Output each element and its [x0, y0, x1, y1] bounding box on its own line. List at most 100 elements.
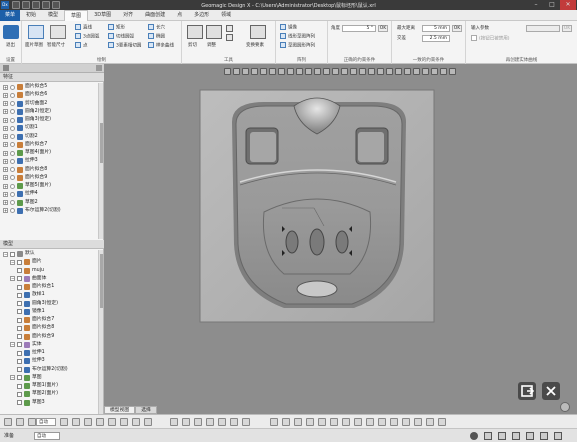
feature-tree-item[interactable]: + 切割2 — [0, 133, 100, 141]
selection-filter-icon[interactable] — [108, 418, 116, 426]
face-sketch-button[interactable]: 面片草图 — [25, 42, 43, 48]
visibility-checkbox[interactable] — [17, 342, 22, 348]
visibility-checkbox[interactable] — [17, 334, 22, 340]
selection-filter-icon[interactable] — [414, 418, 422, 426]
selection-filter-icon[interactable] — [378, 418, 386, 426]
expand-icon[interactable]: + — [3, 167, 8, 173]
collapse-icon[interactable]: − — [10, 276, 15, 282]
status-icon-4[interactable] — [512, 432, 520, 440]
cancel-button[interactable] — [542, 382, 560, 400]
model-tree-item[interactable]: − 实体 — [0, 341, 100, 349]
feature-tree-item[interactable]: + 圆角3(恒定) — [0, 116, 100, 124]
collapse-icon[interactable]: − — [10, 342, 15, 348]
tab-region[interactable]: 领域 — [215, 10, 237, 21]
selection-filter-icon[interactable] — [60, 418, 68, 426]
tab-selection[interactable]: 选择 — [135, 406, 157, 414]
trim-button[interactable]: 剪切 — [188, 42, 197, 48]
tab-surface-create[interactable]: 曲面创建 — [139, 10, 171, 21]
visibility-icon[interactable] — [10, 191, 15, 197]
convert-entity-icon[interactable] — [250, 25, 266, 39]
point-tool[interactable]: 点 — [75, 42, 88, 50]
visibility-checkbox[interactable] — [17, 358, 22, 364]
collapse-icon[interactable]: − — [10, 375, 15, 381]
model-tree-item[interactable]: − 默认 — [0, 250, 100, 258]
angle-ok-button[interactable]: OK — [378, 25, 388, 32]
selection-filter-icon[interactable] — [242, 418, 250, 426]
model-tree-item[interactable]: 拉伸3 — [0, 357, 100, 365]
visibility-icon[interactable] — [10, 109, 15, 115]
mirror-tool[interactable]: 镜像 — [280, 24, 297, 32]
selection-filter-icon[interactable] — [194, 418, 202, 426]
expand-icon[interactable]: + — [3, 125, 8, 131]
visibility-checkbox[interactable] — [17, 391, 22, 397]
visibility-icon[interactable] — [10, 101, 15, 107]
expand-icon[interactable]: + — [3, 134, 8, 140]
max-distance-input[interactable]: 5 mm — [422, 25, 450, 32]
expand-icon[interactable]: + — [3, 191, 8, 197]
feature-tree-item[interactable]: + 面片拟合9 — [0, 174, 100, 182]
expand-icon[interactable]: + — [3, 109, 8, 115]
angle-input[interactable]: 5 ° — [342, 25, 376, 32]
feature-tree-scrollbar[interactable] — [98, 83, 103, 239]
model-tree-item[interactable]: − 草图 — [0, 374, 100, 382]
visibility-checkbox[interactable] — [17, 301, 22, 307]
selection-filter-icon[interactable] — [218, 418, 226, 426]
model-tree-item[interactable]: 草图2(面片) — [0, 390, 100, 398]
expand-icon[interactable]: + — [3, 101, 8, 107]
selection-filter-icon[interactable] — [306, 418, 314, 426]
selection-mode-dropdown[interactable]: 自动 — [36, 418, 56, 426]
visibility-checkbox[interactable] — [17, 375, 22, 381]
line-tool[interactable]: 直线 — [75, 24, 92, 32]
visibility-checkbox[interactable] — [17, 383, 22, 389]
selection-filter-icon[interactable] — [16, 418, 24, 426]
disabled-checkbox[interactable]: (按钮已被禁用) — [471, 35, 510, 43]
model-tree-item[interactable]: 镜像1 — [0, 308, 100, 316]
adjust-button[interactable]: 调整 — [207, 42, 216, 48]
feature-tree-item[interactable]: + 面片拟合7 — [0, 141, 100, 149]
selection-filter-icon[interactable] — [206, 418, 214, 426]
selection-filter-icon[interactable] — [144, 418, 152, 426]
visibility-checkbox[interactable] — [17, 350, 22, 356]
slot-tool[interactable]: 长穴 — [148, 24, 165, 32]
status-icon-7[interactable] — [554, 432, 562, 440]
input-params-field[interactable] — [526, 25, 560, 32]
expand-icon[interactable]: + — [3, 117, 8, 123]
model-tree-item[interactable]: − 面片 — [0, 258, 100, 266]
model-tree-item[interactable]: 草图3 — [0, 399, 100, 407]
selection-filter-icon[interactable] — [282, 418, 290, 426]
visibility-icon[interactable] — [10, 92, 15, 98]
linear-pattern-tool[interactable]: 线形草图阵列 — [280, 33, 315, 41]
visibility-icon[interactable] — [10, 200, 15, 206]
visibility-checkbox[interactable] — [17, 292, 22, 298]
model-tree-scroll-thumb[interactable] — [100, 254, 103, 308]
tab-3d-sketch[interactable]: 3D草图 — [88, 10, 117, 21]
expand-icon[interactable]: + — [3, 183, 8, 189]
intersect-input[interactable]: 2.5 mm — [422, 35, 450, 42]
selection-filter-icon[interactable] — [390, 418, 398, 426]
trim-icon[interactable] — [187, 25, 203, 39]
visibility-icon[interactable] — [10, 117, 15, 123]
feature-tree-item[interactable]: + 面片拟合5 — [0, 83, 100, 91]
expand-icon[interactable]: + — [3, 200, 8, 206]
smart-dimension-button[interactable]: 智能尺寸 — [47, 42, 65, 48]
view-cube-icon[interactable] — [560, 402, 570, 412]
feature-tree-item[interactable]: + 剪切曲面2 — [0, 100, 100, 108]
feature-tree-scroll-thumb[interactable] — [100, 123, 103, 163]
selection-filter-icon[interactable] — [330, 418, 338, 426]
visibility-checkbox[interactable] — [17, 400, 22, 406]
tab-model[interactable]: 模型 — [42, 10, 64, 21]
model-tree-item[interactable]: 放样1 — [0, 291, 100, 299]
selection-filter-icon[interactable] — [354, 418, 362, 426]
selection-filter-icon[interactable] — [270, 418, 278, 426]
spline-tool[interactable]: 样条曲线 — [148, 42, 174, 50]
model-tree-item[interactable]: 拉伸1 — [0, 349, 100, 357]
visibility-icon[interactable] — [10, 208, 15, 214]
model-tree-item[interactable]: 圆角3(恒定) — [0, 300, 100, 308]
model-tree-scrollbar[interactable] — [98, 250, 103, 414]
visibility-checkbox[interactable] — [17, 284, 22, 290]
convert-entity-button[interactable]: 变换要素 — [246, 42, 264, 48]
visibility-checkbox[interactable] — [10, 251, 15, 257]
minimize-icon[interactable]: – — [528, 0, 544, 10]
ellipse-tool[interactable]: 椭圆 — [148, 33, 165, 41]
expand-icon[interactable]: + — [3, 208, 8, 214]
